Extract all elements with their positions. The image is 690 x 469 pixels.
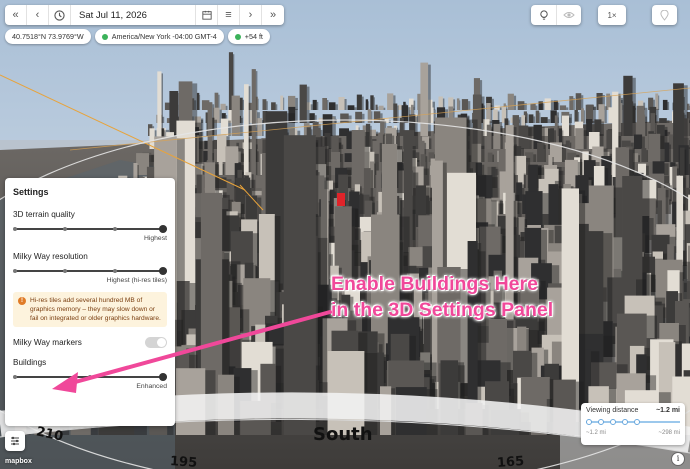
distance-step[interactable] <box>634 419 640 425</box>
milky-way-markers-label: Milky Way markers <box>13 338 82 347</box>
milky-way-resolution-caption: Highest (hi-res tiles) <box>106 277 167 284</box>
settings-toggle-button[interactable] <box>5 431 25 451</box>
clock-icon[interactable] <box>49 5 71 25</box>
mapbox-logo: mapbox <box>5 458 32 465</box>
slider-tick <box>63 269 67 273</box>
calendar-icon[interactable] <box>196 5 218 25</box>
slider-knob[interactable] <box>159 373 167 381</box>
timezone-chip[interactable]: America/New York -04:00 GMT-4 <box>94 29 224 44</box>
viewing-distance-min: ~1.2 mi <box>586 430 606 436</box>
slider-tick <box>13 269 17 273</box>
viewing-distance-max: ~298 mi <box>658 430 680 436</box>
map-pin-icon[interactable] <box>652 5 677 25</box>
speed-button[interactable]: 1× <box>598 5 626 25</box>
buildings-label: Buildings <box>13 358 47 367</box>
distance-step[interactable] <box>622 419 628 425</box>
viewing-distance-slider[interactable] <box>586 418 680 426</box>
location-control <box>652 5 677 25</box>
elevation-chip[interactable]: +54 ft <box>227 29 270 44</box>
view-tools <box>531 5 581 25</box>
annotation-line-1: Enable Buildings Here <box>331 273 538 295</box>
annotation-line-2: in the 3D Settings Panel <box>331 299 554 321</box>
timezone-text: America/New York -04:00 GMT-4 <box>111 32 217 41</box>
terrain-quality-slider[interactable] <box>13 224 167 234</box>
double-chevron-right-icon[interactable]: » <box>262 5 284 25</box>
terrain-quality-caption: Highest <box>143 235 167 242</box>
distance-step[interactable] <box>610 419 616 425</box>
settings-title: Settings <box>13 187 49 197</box>
milky-way-resolution-slider[interactable] <box>13 266 167 276</box>
milky-way-markers-toggle[interactable] <box>145 337 167 348</box>
status-dot-icon <box>234 33 241 40</box>
coordinates-chip[interactable]: 40.7518°N 73.9769°W <box>5 29 91 44</box>
status-dot-icon <box>101 33 108 40</box>
slider-tick <box>13 227 17 231</box>
milky-way-markers-row: Milky Way markers <box>13 337 167 348</box>
info-icon[interactable]: i <box>671 452 685 466</box>
viewing-distance-label: Viewing distance <box>586 407 639 414</box>
slider-knob[interactable] <box>159 225 167 233</box>
viewing-distance-value: ~1.2 mi <box>656 407 680 414</box>
warning-icon: ! <box>18 297 26 305</box>
memory-warning-text: Hi-res tiles add several hundred MB of g… <box>30 297 161 322</box>
annotation-text: Enable Buildings Here in the 3D Settings… <box>331 271 553 323</box>
compass-label-165: 165 <box>496 454 525 469</box>
memory-warning: ! Hi-res tiles add several hundred MB of… <box>13 292 167 327</box>
chevron-right-icon[interactable]: › <box>240 5 262 25</box>
chevron-left-icon[interactable]: ‹ <box>27 5 49 25</box>
distance-step[interactable] <box>598 419 604 425</box>
buildings-slider[interactable] <box>13 372 167 382</box>
elevation-text: +54 ft <box>244 32 263 41</box>
speed-control: 1× <box>598 5 626 25</box>
terrain-quality-label: 3D terrain quality <box>13 210 75 219</box>
slider-tick <box>88 375 92 379</box>
sliders-icon <box>11 436 19 446</box>
slider-tick <box>113 269 117 273</box>
date-field[interactable]: Sat Jul 11, 2026 <box>71 5 196 25</box>
settings-panel: Settings 3D terrain quality Highest Milk… <box>5 178 175 426</box>
buildings-caption: Enhanced <box>136 383 167 390</box>
slider-tick <box>13 375 17 379</box>
slider-tick <box>113 227 117 231</box>
slider-knob[interactable] <box>159 267 167 275</box>
milky-way-resolution-label: Milky Way resolution <box>13 252 88 261</box>
info-chips: 40.7518°N 73.9769°W America/New York -04… <box>5 29 270 44</box>
viewing-distance-box: Viewing distance ~1.2 mi ~1.2 mi ~298 mi <box>581 403 685 445</box>
compass-label-south: South <box>313 424 373 445</box>
menu-icon[interactable]: ≡ <box>218 5 240 25</box>
eye-icon[interactable] <box>556 5 581 25</box>
slider-tick <box>63 227 67 231</box>
double-chevron-left-icon[interactable]: « <box>5 5 27 25</box>
time-toolbar: « ‹ Sat Jul 11, 2026 ≡ › » <box>5 5 284 25</box>
lightbulb-icon[interactable] <box>531 5 556 25</box>
compass-label-195: 195 <box>169 454 198 469</box>
distance-step[interactable] <box>586 419 592 425</box>
